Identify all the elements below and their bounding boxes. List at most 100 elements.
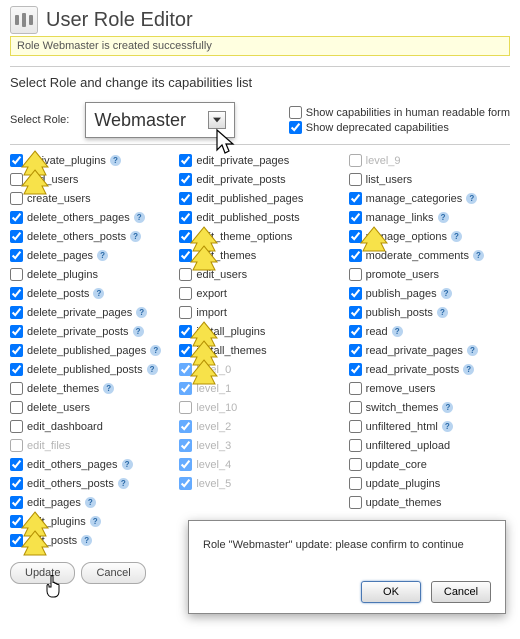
capability-checkbox[interactable] (349, 458, 362, 471)
capability-add_users[interactable]: add_users (10, 170, 171, 189)
help-icon[interactable]: ? (441, 288, 452, 299)
capability-checkbox[interactable] (349, 344, 362, 357)
capability-checkbox[interactable] (349, 306, 362, 319)
capability-checkbox[interactable] (10, 439, 23, 452)
capability-delete_others_posts[interactable]: delete_others_posts? (10, 227, 171, 246)
capability-checkbox[interactable] (349, 230, 362, 243)
capability-edit_published_posts[interactable]: edit_published_posts (179, 208, 340, 227)
capability-edit_private_posts[interactable]: edit_private_posts (179, 170, 340, 189)
capability-checkbox[interactable] (10, 534, 23, 547)
cancel-button[interactable]: Cancel (81, 562, 145, 584)
capability-switch_themes[interactable]: switch_themes? (349, 398, 510, 417)
help-icon[interactable]: ? (93, 288, 104, 299)
capability-level_0[interactable]: level_0 (179, 360, 340, 379)
capability-delete_published_posts[interactable]: delete_published_posts? (10, 360, 171, 379)
show-deprecated-checkbox[interactable] (289, 121, 302, 134)
capability-read[interactable]: read? (349, 322, 510, 341)
help-icon[interactable]: ? (130, 231, 141, 242)
help-icon[interactable]: ? (437, 307, 448, 318)
capability-unfiltered_html[interactable]: unfiltered_html? (349, 417, 510, 436)
dialog-ok-button[interactable]: OK (361, 581, 421, 603)
chevron-down-icon[interactable] (208, 111, 226, 129)
capability-edit_others_pages[interactable]: edit_others_pages? (10, 455, 171, 474)
capability-level_9[interactable]: level_9 (349, 151, 510, 170)
capability-update_plugins[interactable]: update_plugins (349, 474, 510, 493)
capability-delete_users[interactable]: delete_users (10, 398, 171, 417)
help-icon[interactable]: ? (442, 421, 453, 432)
capability-read_private_posts[interactable]: read_private_posts? (349, 360, 510, 379)
capability-level_5[interactable]: level_5 (179, 474, 340, 493)
help-icon[interactable]: ? (90, 516, 101, 527)
help-icon[interactable]: ? (103, 383, 114, 394)
show-human-readable-checkbox[interactable] (289, 106, 302, 119)
capability-moderate_comments[interactable]: moderate_comments? (349, 246, 510, 265)
capability-checkbox[interactable] (349, 154, 362, 167)
capability-checkbox[interactable] (10, 477, 23, 490)
capability-checkbox[interactable] (10, 458, 23, 471)
show-human-readable[interactable]: Show capabilities in human readable form (289, 106, 510, 119)
capability-checkbox[interactable] (179, 211, 192, 224)
help-icon[interactable]: ? (473, 250, 484, 261)
capability-checkbox[interactable] (179, 249, 192, 262)
capability-checkbox[interactable] (349, 268, 362, 281)
capability-checkbox[interactable] (10, 173, 23, 186)
capability-import[interactable]: import (179, 303, 340, 322)
capability-edit_theme_options[interactable]: edit_theme_options (179, 227, 340, 246)
capability-checkbox[interactable] (349, 382, 362, 395)
capability-update_themes[interactable]: update_themes (349, 493, 510, 512)
capability-checkbox[interactable] (179, 154, 192, 167)
capability-delete_private_pages[interactable]: delete_private_pages? (10, 303, 171, 322)
capability-checkbox[interactable] (10, 420, 23, 433)
capability-delete_posts[interactable]: delete_posts? (10, 284, 171, 303)
capability-checkbox[interactable] (349, 420, 362, 433)
capability-checkbox[interactable] (179, 477, 192, 490)
capability-checkbox[interactable] (179, 192, 192, 205)
capability-update_core[interactable]: update_core (349, 455, 510, 474)
capability-level_10[interactable]: level_10 (179, 398, 340, 417)
capability-list_users[interactable]: list_users (349, 170, 510, 189)
capability-edit_pages[interactable]: edit_pages? (10, 493, 171, 512)
capability-checkbox[interactable] (10, 287, 23, 300)
capability-checkbox[interactable] (10, 230, 23, 243)
capability-delete_themes[interactable]: delete_themes? (10, 379, 171, 398)
capability-checkbox[interactable] (10, 249, 23, 262)
help-icon[interactable]: ? (438, 212, 449, 223)
update-button[interactable]: Update (10, 562, 75, 584)
capability-delete_published_pages[interactable]: delete_published_pages? (10, 341, 171, 360)
capability-edit_dashboard[interactable]: edit_dashboard (10, 417, 171, 436)
capability-publish_posts[interactable]: publish_posts? (349, 303, 510, 322)
help-icon[interactable]: ? (392, 326, 403, 337)
capability-manage_links[interactable]: manage_links? (349, 208, 510, 227)
capability-checkbox[interactable] (179, 287, 192, 300)
capability-edit_plugins[interactable]: edit_plugins? (10, 512, 171, 531)
capability-delete_private_posts[interactable]: delete_private_posts? (10, 322, 171, 341)
capability-checkbox[interactable] (349, 439, 362, 452)
capability-checkbox[interactable] (179, 458, 192, 471)
capability-activate_plugins[interactable]: activate_plugins? (10, 151, 171, 170)
capability-level_4[interactable]: level_4 (179, 455, 340, 474)
capability-checkbox[interactable] (349, 287, 362, 300)
capability-checkbox[interactable] (10, 268, 23, 281)
help-icon[interactable]: ? (467, 345, 478, 356)
capability-checkbox[interactable] (179, 306, 192, 319)
capability-read_private_pages[interactable]: read_private_pages? (349, 341, 510, 360)
capability-checkbox[interactable] (349, 325, 362, 338)
capability-checkbox[interactable] (179, 420, 192, 433)
capability-level_1[interactable]: level_1 (179, 379, 340, 398)
capability-create_users[interactable]: create_users (10, 189, 171, 208)
capability-checkbox[interactable] (10, 363, 23, 376)
capability-level_2[interactable]: level_2 (179, 417, 340, 436)
help-icon[interactable]: ? (133, 326, 144, 337)
help-icon[interactable]: ? (110, 155, 121, 166)
capability-remove_users[interactable]: remove_users (349, 379, 510, 398)
capability-checkbox[interactable] (349, 477, 362, 490)
capability-edit_private_pages[interactable]: edit_private_pages (179, 151, 340, 170)
capability-edit_users[interactable]: edit_users (179, 265, 340, 284)
help-icon[interactable]: ? (136, 307, 147, 318)
capability-checkbox[interactable] (10, 306, 23, 319)
capability-checkbox[interactable] (179, 382, 192, 395)
capability-edit_themes[interactable]: edit_themes (179, 246, 340, 265)
capability-checkbox[interactable] (10, 496, 23, 509)
capability-checkbox[interactable] (179, 268, 192, 281)
capability-checkbox[interactable] (10, 192, 23, 205)
